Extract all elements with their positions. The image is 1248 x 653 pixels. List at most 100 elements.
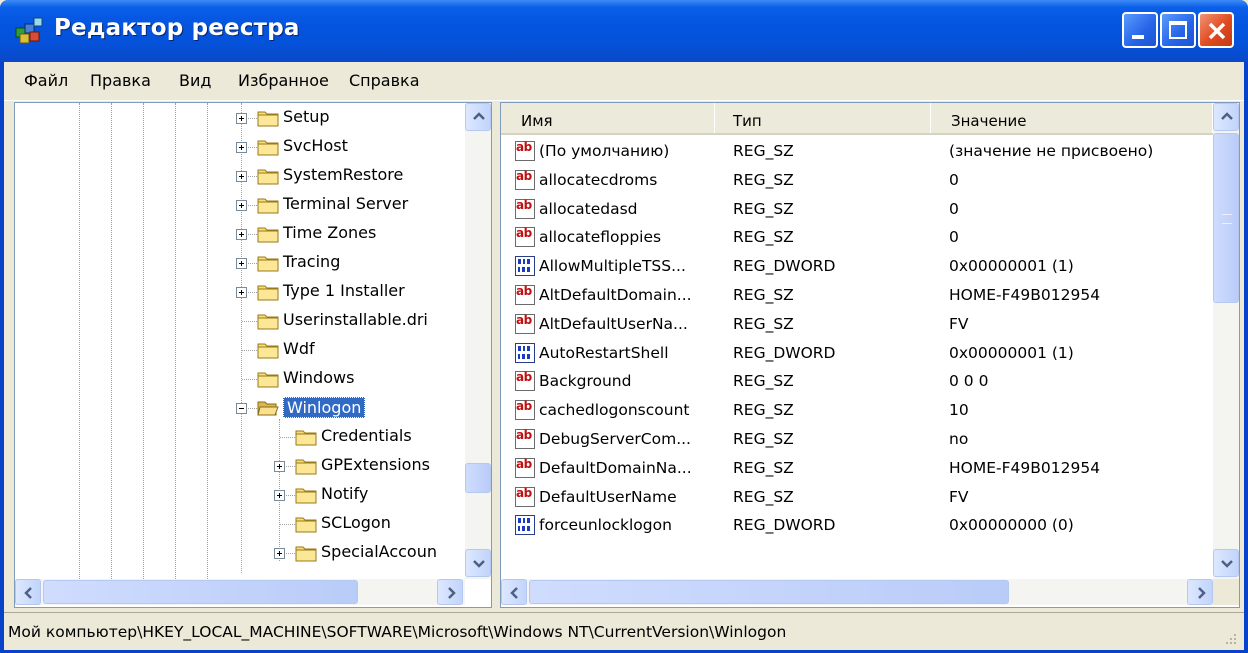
tree-branch-line [280,524,295,525]
value-row[interactable]: AllowMultipleTSS... REG_DWORD 0x00000001 (… [501,252,1213,280]
tree-scroll-thumb[interactable] [465,463,491,493]
ab-glyph: ab [516,312,532,327]
list-scroll-thumb[interactable] [1213,133,1239,303]
tree-item[interactable]: Credentials [15,423,465,451]
list-scroll-down-button[interactable] [1213,549,1239,577]
maximize-button[interactable] [1160,12,1196,48]
value-row[interactable]: AutoRestartShell REG_DWORD 0x00000001 (1) [501,339,1213,367]
tree-scroll-down-button[interactable] [465,549,491,577]
expand-icon[interactable] [236,142,247,153]
value-row[interactable]: ab (По умолчанию) REG_SZ (значение не присв… [501,137,1213,165]
expand-icon[interactable] [274,461,285,472]
binary-glyph [518,259,530,273]
tree-scroll-up-button[interactable] [465,103,491,131]
value-name: (По умолчанию) [539,142,670,160]
ab-glyph: ab [516,168,532,183]
tree-hscroll-thumb[interactable] [43,580,358,604]
list-scroll-right-button[interactable] [1187,579,1213,605]
list-vertical-scrollbar[interactable] [1213,103,1239,579]
ab-glyph: ab [516,284,532,298]
value-value: 0 [949,199,959,218]
value-type: REG_SZ [733,372,794,391]
tree-item[interactable]: SpecialAccoun [15,539,465,567]
menu-help[interactable]: Справка [349,71,420,90]
list-horizontal-scrollbar[interactable] [501,579,1213,605]
value-type: REG_SZ [733,170,794,189]
value-type: REG_SZ [733,142,794,160]
value-value: 0x00000001 (1) [949,343,1074,362]
column-header-name[interactable]: Имя [501,103,715,133]
value-row[interactable]: ab DefaultDomainNa... REG_SZ HOME-F49B01295… [501,454,1213,482]
folder-icon [257,227,279,243]
tree-vertical-scrollbar[interactable] [465,103,491,579]
value-row[interactable]: ab allocatedasd REG_SZ 0 [501,195,1213,223]
minimize-button[interactable] [1122,12,1158,48]
tree-branch-line [248,234,257,235]
expand-icon[interactable] [236,258,247,269]
title-bar[interactable]: Редактор реестра [0,0,1248,62]
value-name: AutoRestartShell [539,343,669,362]
tree-item[interactable]: SCLogon [15,510,465,538]
column-header-value[interactable]: Значение [931,103,1213,133]
tree-item[interactable]: Type 1 Installer [15,278,465,306]
folder-icon [257,111,279,127]
string-value-icon: ab [515,168,535,190]
binary-glyph [518,518,530,532]
value-row[interactable]: ab AltDefaultDomain... REG_SZ HOME-F49B0129… [501,281,1213,309]
list-hscroll-thumb[interactable] [529,580,1009,604]
chevron-right-icon [448,587,456,599]
expand-icon[interactable] [236,229,247,240]
resize-grip-icon[interactable] [1222,630,1238,646]
value-row[interactable]: ab allocatecdroms REG_SZ 0 [501,166,1213,194]
menu-favorites[interactable]: Избранное [238,71,329,90]
menu-file[interactable]: Файл [24,71,68,90]
tree-horizontal-scrollbar[interactable] [15,579,465,605]
tree-branch-line [286,466,295,467]
string-value-icon: ab [515,399,535,421]
value-row[interactable]: ab AltDefaultUserNa... REG_SZ FV [501,310,1213,338]
collapse-icon[interactable] [236,403,247,414]
key-tree-pane[interactable]: Setup SvcHost SystemRestore Terminal Server… [14,102,492,608]
tree-item[interactable]: Terminal Server [15,191,465,219]
tree-item[interactable]: Windows [15,365,465,393]
list-scroll-left-button[interactable] [501,579,527,605]
tree-item[interactable]: GPExtensions [15,452,465,480]
regedit-app-icon [15,17,43,44]
value-row[interactable]: ab Background REG_SZ 0 0 0 [501,367,1213,395]
tree-item-label: SystemRestore [283,165,404,184]
tree-scroll-left-button[interactable] [15,579,41,605]
tree-item[interactable]: Wdf [15,336,465,364]
tree-item[interactable]: Notify [15,481,465,509]
expand-icon[interactable] [236,200,247,211]
value-value: (значение не присвоено) [949,142,1154,160]
expand-icon[interactable] [274,490,285,501]
chevron-left-icon [510,587,518,599]
value-row[interactable]: ab DefaultUserName REG_SZ FV [501,483,1213,511]
tree-item[interactable]: SvcHost [15,133,465,161]
menu-view[interactable]: Вид [179,71,211,90]
tree-item[interactable]: Tracing [15,249,465,277]
value-row[interactable]: ab cachedlogonscount REG_SZ 10 [501,396,1213,424]
value-row[interactable]: ab allocatefloppies REG_SZ 0 [501,223,1213,251]
expand-icon[interactable] [236,113,247,124]
expand-icon[interactable] [236,171,247,182]
menu-edit[interactable]: Правка [90,71,151,90]
value-value: HOME-F49B012954 [949,458,1101,477]
expand-icon[interactable] [236,287,247,298]
expand-icon[interactable] [274,548,285,559]
close-button[interactable] [1198,12,1234,48]
tree-item[interactable]: Time Zones [15,220,465,248]
column-header-type[interactable]: Тип [715,103,931,133]
value-value: 0 [949,170,959,189]
tree-item[interactable]: Setup [15,104,465,132]
tree-scroll-right-button[interactable] [437,579,463,605]
tree-item[interactable]: Winlogon [15,394,465,422]
tree-item[interactable]: Userinstallable.dri [15,307,465,335]
tree-item[interactable]: SystemRestore [15,162,465,190]
value-row[interactable]: forceunlocklogon REG_DWORD 0x00000000 (0) [501,511,1213,539]
value-row[interactable]: ab DebugServerCom... REG_SZ no [501,425,1213,453]
tree-item-label: SpecialAccoun [321,542,437,561]
values-list-pane[interactable]: Имя Тип Значение ab (По умолчанию) REG_SZ (… [500,102,1240,608]
list-scroll-up-button[interactable] [1213,103,1239,131]
list-header: Имя Тип Значение [501,103,1213,135]
